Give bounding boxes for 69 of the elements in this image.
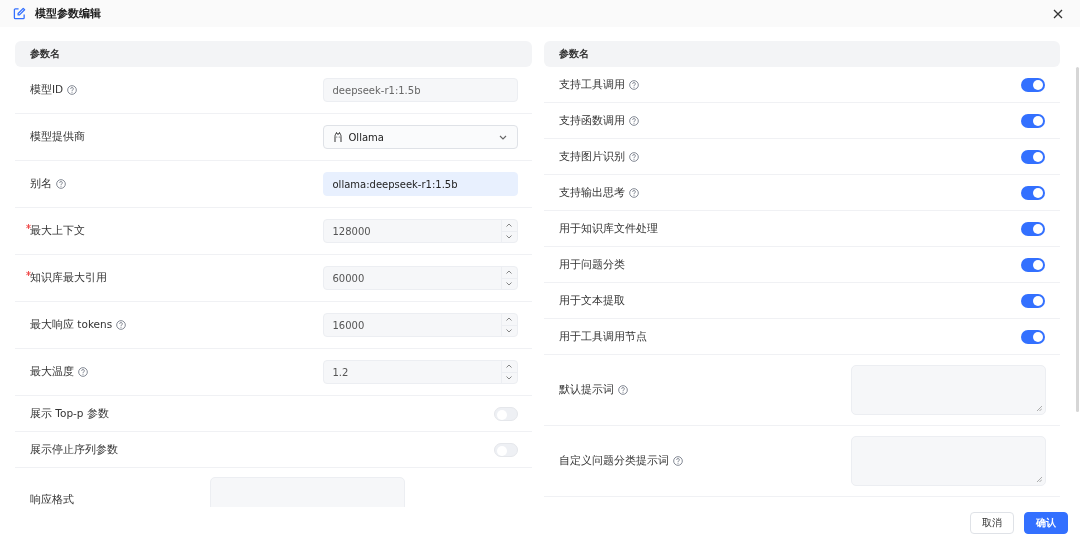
text-field[interactable]: ollama:deepseek-r1:1.5b [322, 172, 518, 196]
llama-icon [332, 131, 343, 143]
number-field[interactable]: 128000 [322, 219, 518, 243]
field-label: 展示 Top-p 参数 [30, 406, 109, 421]
field-label: 自定义问题分类提示词 [558, 454, 669, 468]
help-icon [617, 385, 628, 395]
toggle-switch[interactable] [1021, 149, 1045, 164]
toggle-switch[interactable] [1021, 293, 1045, 308]
textarea-field[interactable] [851, 436, 1046, 486]
toggle-switch[interactable] [1021, 77, 1045, 92]
help-icon [628, 151, 639, 162]
chevron-down-icon [506, 328, 512, 333]
field-label: 最大上下文 [30, 224, 85, 238]
help-icon [67, 85, 78, 95]
select-field[interactable]: Ollama [322, 125, 518, 149]
confirm-button[interactable]: 确认 [1024, 512, 1068, 534]
field-label: 用于问题分类 [558, 257, 625, 272]
help-icon [56, 179, 66, 189]
table-header: 参数名 [543, 41, 1060, 67]
chevron-down-icon [498, 134, 507, 140]
help-icon [78, 367, 88, 377]
field-label: 最大温度 [30, 365, 74, 379]
cancel-button[interactable]: 取消 [970, 512, 1014, 534]
number-field[interactable]: 1.2 [322, 360, 518, 384]
textarea-field[interactable] [851, 365, 1046, 415]
number-field[interactable]: 16000 [322, 313, 518, 337]
toggle-switch[interactable] [493, 442, 518, 457]
field-label: 模型ID [30, 83, 64, 97]
field-label: 模型提供商 [30, 130, 85, 144]
toggle-switch[interactable] [1021, 329, 1045, 344]
toggle-switch[interactable] [1021, 185, 1045, 200]
field-label: 用于工具调用节点 [558, 329, 647, 344]
field-label: 用于知识库文件处理 [558, 221, 658, 236]
edit-icon [13, 7, 26, 20]
help-icon [628, 187, 639, 198]
field-label: 知识库最大引用 [30, 271, 107, 285]
field-label: 支持工具调用 [558, 77, 625, 92]
field-label: 展示停止序列参数 [30, 442, 118, 457]
field-label: 用于文本提取 [558, 293, 625, 308]
chevron-up-icon [506, 317, 512, 322]
close-icon [1053, 8, 1063, 19]
chevron-up-icon [506, 223, 512, 228]
toggle-switch[interactable] [1021, 113, 1045, 128]
table-header: 参数名 [15, 41, 532, 67]
toggle-switch[interactable] [493, 406, 518, 421]
field-label: 别名 [30, 177, 52, 191]
field-label: 支持函数调用 [558, 113, 625, 128]
chevron-down-icon [506, 234, 512, 239]
field-label: 默认提示词 [558, 383, 614, 397]
chevron-down-icon [506, 281, 512, 286]
toggle-switch[interactable] [1021, 221, 1045, 236]
chevron-up-icon [506, 270, 512, 275]
resize-grip-icon[interactable] [1037, 477, 1042, 482]
help-icon [672, 456, 683, 466]
scrollbar[interactable] [1076, 67, 1079, 412]
field-label: 最大响应 tokens [30, 318, 113, 332]
field-label: 响应格式 [30, 493, 74, 507]
chevron-down-icon [506, 375, 512, 380]
select-value: Ollama [348, 131, 384, 143]
resize-grip-icon[interactable] [1037, 406, 1042, 411]
chevron-up-icon [506, 364, 512, 369]
help-icon [628, 115, 639, 126]
toggle-switch[interactable] [1021, 257, 1045, 272]
field-label: 支持输出思考 [558, 185, 625, 200]
dialog-title: 模型参数编辑 [35, 6, 101, 21]
help-icon [628, 79, 639, 90]
number-field[interactable]: 60000 [322, 266, 518, 290]
field-label: 支持图片识别 [558, 149, 625, 164]
help-icon [116, 320, 127, 330]
